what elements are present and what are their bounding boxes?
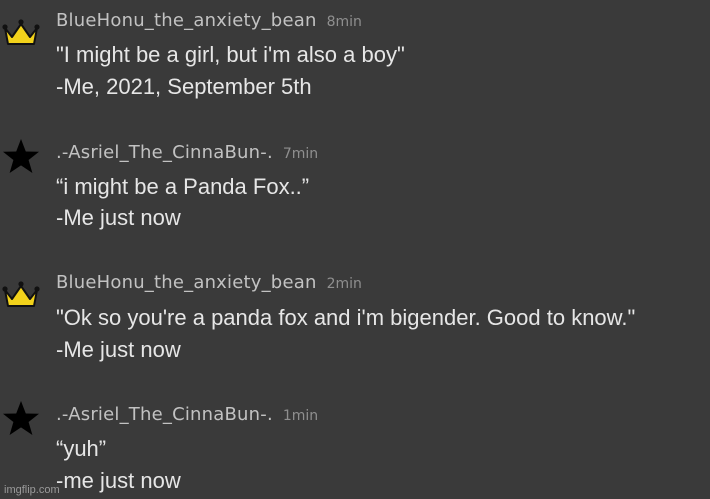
username[interactable]: .-Asriel_The_CinnaBun-.: [56, 404, 273, 425]
timestamp: 2min: [326, 276, 362, 292]
crown-icon: [2, 278, 40, 310]
timestamp: 1min: [282, 408, 319, 424]
watermark: imgflip.com: [4, 484, 60, 496]
crown-icon: [2, 16, 40, 48]
timestamp: 8min: [326, 14, 362, 30]
message-header: BlueHonu_the_anxiety_bean 8min: [56, 10, 362, 31]
star-icon: [2, 138, 40, 173]
message-text: -Me just now: [56, 337, 181, 362]
message-header: .-Asriel_The_CinnaBun-. 7min: [56, 142, 318, 163]
username[interactable]: BlueHonu_the_anxiety_bean: [56, 10, 317, 31]
message-text: -Me, 2021, September 5th: [56, 74, 312, 99]
username[interactable]: .-Asriel_The_CinnaBun-.: [56, 142, 273, 163]
message-text: -me just now: [56, 468, 181, 493]
message-header: .-Asriel_The_CinnaBun-. 1min: [56, 404, 318, 425]
message-text: "I might be a girl, but i'm also a boy": [56, 42, 405, 67]
message-text: -Me just now: [56, 205, 181, 230]
message-header: BlueHonu_the_anxiety_bean 2min: [56, 272, 362, 293]
star-icon: [2, 400, 40, 435]
message-text: “yuh”: [56, 436, 107, 461]
message-text: "Ok so you're a panda fox and i'm bigend…: [56, 305, 636, 330]
username[interactable]: BlueHonu_the_anxiety_bean: [56, 272, 317, 293]
message-text: “i might be a Panda Fox..”: [56, 174, 310, 199]
timestamp: 7min: [282, 146, 319, 162]
